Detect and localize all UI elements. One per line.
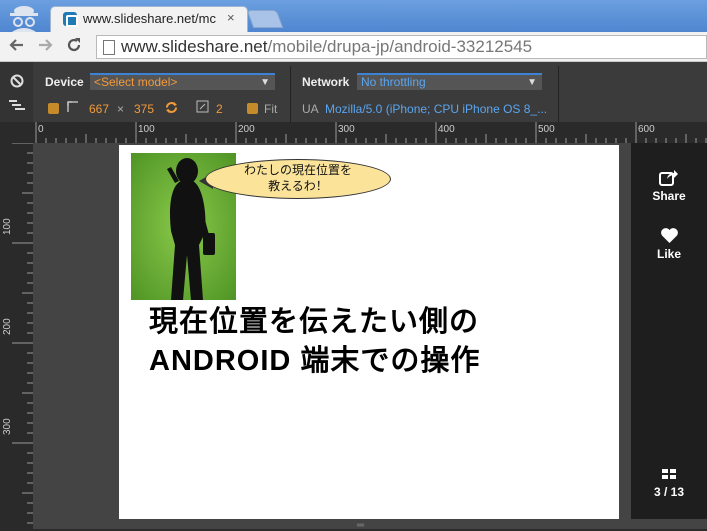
emulated-viewport: わたしの現在位置を 教えるわ！ 現在位置を伝えたい側の ANDROID 端末での…: [33, 143, 707, 529]
ruler-label: 100: [2, 218, 13, 235]
browser-tab[interactable]: www.slideshare.net/mc ×: [50, 6, 248, 32]
network-select-value: No throttling: [361, 75, 426, 89]
slideshare-sidebar: Share Like 3 / 13: [631, 143, 707, 519]
page-icon: [103, 40, 115, 55]
resize-handle-icon[interactable]: ═: [357, 520, 364, 531]
dropdown-arrow-icon: ▼: [260, 77, 270, 88]
media-queries-icon[interactable]: [9, 99, 25, 111]
devtools-device-bar: Device <Select model> ▼ 667 × 375 2 Fit …: [0, 62, 707, 122]
ruler-label: 500: [538, 124, 555, 135]
forward-button[interactable]: [34, 36, 56, 58]
times-symbol: ×: [117, 102, 125, 116]
ruler-corner: [0, 122, 33, 143]
browser-toolbar: www.slideshare.net/mobile/drupa-jp/andro…: [0, 32, 707, 62]
grid-icon: [631, 465, 707, 485]
vertical-ruler: 100 200 300: [0, 143, 33, 529]
dropdown-arrow-icon: ▼: [527, 77, 537, 88]
height-value[interactable]: 375: [134, 102, 154, 116]
ua-label: UA: [302, 102, 319, 116]
horizontal-ruler: 0 100 200 300 400 500 600: [33, 122, 707, 143]
slide[interactable]: わたしの現在位置を 教えるわ！ 現在位置を伝えたい側の ANDROID 端末での…: [119, 145, 619, 519]
device-select-value: <Select model>: [94, 75, 178, 89]
devbar-separator: [290, 66, 291, 122]
ruler-label: 200: [238, 124, 255, 135]
pixel-ratio-value[interactable]: 2: [216, 102, 223, 116]
device-label: Device: [45, 75, 84, 89]
ruler-label: 400: [438, 124, 455, 135]
device-select[interactable]: <Select model> ▼: [90, 73, 275, 90]
ruler-label: 300: [2, 418, 13, 435]
new-tab-button[interactable]: [246, 10, 284, 28]
incognito-icon: [10, 6, 38, 32]
url-text: www.slideshare.net/mobile/drupa-jp/andro…: [121, 37, 532, 57]
swap-dimensions-icon[interactable]: [164, 100, 179, 115]
back-arrow-icon: [9, 39, 23, 51]
fit-label: Fit: [264, 102, 278, 116]
slide-grid-button[interactable]: 3 / 13: [631, 465, 707, 499]
resize-icon: [67, 101, 78, 112]
slideshare-favicon-icon: [63, 12, 78, 27]
close-tab-icon[interactable]: ×: [227, 10, 235, 25]
devbar-separator: [558, 66, 559, 122]
resolution-checkbox[interactable]: [48, 103, 59, 114]
like-label: Like: [656, 247, 681, 261]
share-icon: [631, 169, 707, 189]
speech-bubble-text: わたしの現在位置を 教えるわ！: [243, 163, 352, 193]
url-path: /mobile/drupa-jp/android-33212545: [267, 37, 533, 56]
url-host: www.slideshare.net: [121, 37, 268, 56]
device-pixel-ratio-icon: [196, 100, 209, 113]
reload-icon: [67, 38, 81, 52]
address-bar[interactable]: www.slideshare.net/mobile/drupa-jp/andro…: [96, 35, 707, 59]
user-agent-value[interactable]: Mozilla/5.0 (iPhone; CPU iPhone OS 8_...: [325, 102, 547, 116]
page-counter: 3 / 13: [653, 485, 685, 499]
ruler-label: 0: [38, 124, 44, 135]
no-emulation-icon[interactable]: [10, 74, 24, 88]
ruler-label: 100: [138, 124, 155, 135]
ruler-label: 200: [2, 318, 13, 335]
share-label: Share: [652, 189, 686, 203]
devtools-left-panel: [0, 62, 33, 122]
tab-title: www.slideshare.net/mc: [83, 11, 216, 26]
slide-title: 現在位置を伝えたい側の ANDROID 端末での操作: [149, 306, 481, 377]
network-label: Network: [302, 75, 350, 89]
width-value[interactable]: 667: [89, 102, 109, 116]
share-button[interactable]: Share: [631, 169, 707, 203]
forward-arrow-icon: [39, 39, 53, 51]
tab-strip: www.slideshare.net/mc ×: [0, 0, 707, 32]
network-select[interactable]: No throttling ▼: [357, 73, 542, 90]
like-button[interactable]: Like: [631, 227, 707, 261]
reload-button[interactable]: [63, 36, 85, 58]
fit-checkbox[interactable]: [247, 103, 258, 114]
heart-icon: [631, 227, 707, 247]
ruler-label: 600: [638, 124, 655, 135]
ruler-label: 300: [338, 124, 355, 135]
back-button[interactable]: [6, 36, 28, 58]
